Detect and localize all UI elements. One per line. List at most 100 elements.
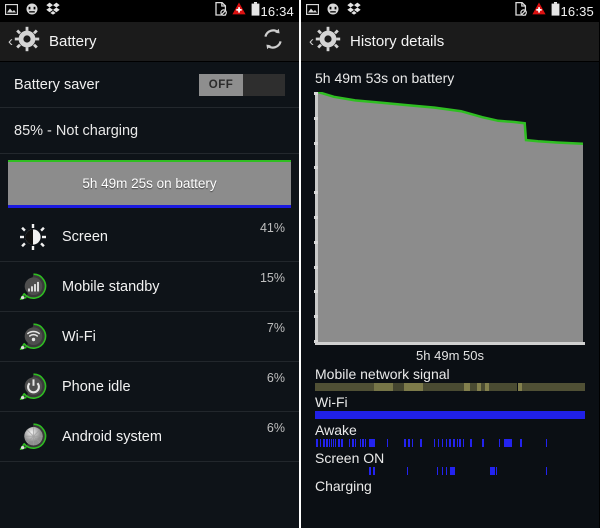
settings-gear-icon[interactable] bbox=[14, 26, 40, 57]
battery-saver-toggle[interactable]: OFF bbox=[199, 73, 285, 96]
document-blocked-icon bbox=[215, 1, 228, 21]
track-tick bbox=[373, 467, 375, 475]
app-meta: Mobile standby bbox=[54, 278, 285, 296]
track-segment bbox=[470, 383, 477, 391]
status-bar-left-icons bbox=[4, 2, 60, 20]
app-percent: 7% bbox=[266, 321, 285, 335]
power-icon bbox=[12, 372, 54, 402]
status-bar-right-icons bbox=[215, 1, 260, 21]
track-tick bbox=[449, 439, 451, 447]
app-name: Screen bbox=[62, 228, 108, 245]
action-bar-right: ‹ History details bbox=[301, 22, 599, 62]
track-tick-wide bbox=[451, 467, 455, 475]
app-row[interactable]: Phone idle 6% bbox=[0, 362, 299, 412]
track-label: Mobile network signal bbox=[315, 366, 450, 382]
app-percent: 15% bbox=[259, 271, 285, 285]
track-tick bbox=[441, 439, 444, 447]
event-track: Mobile network signal bbox=[315, 365, 585, 391]
track-tick-wide bbox=[489, 467, 495, 475]
track-tick bbox=[520, 439, 522, 447]
track-tick bbox=[436, 467, 438, 475]
battery-history-button[interactable]: 5h 49m 25s on battery bbox=[8, 160, 291, 208]
app-percent: 41% bbox=[259, 221, 285, 235]
track-bar bbox=[315, 467, 585, 475]
app-meta: Phone idle bbox=[54, 378, 285, 396]
track-tick bbox=[323, 439, 325, 447]
battery-status-row: 85% - Not charging bbox=[0, 108, 299, 154]
track-tick bbox=[359, 439, 362, 447]
track-tick bbox=[386, 439, 389, 447]
app-name: Wi-Fi bbox=[62, 328, 96, 345]
battery-status-text: 85% - Not charging bbox=[14, 122, 139, 139]
track-tick bbox=[348, 439, 351, 447]
track-tick bbox=[453, 439, 455, 447]
track-tick bbox=[334, 439, 337, 447]
android-system-icon bbox=[12, 422, 54, 452]
chart-plot bbox=[318, 92, 583, 345]
track-tick bbox=[441, 467, 444, 475]
track-tick bbox=[445, 439, 448, 447]
event-track: Charging bbox=[315, 477, 585, 503]
track-tick bbox=[462, 439, 465, 447]
event-track: Wi-Fi bbox=[315, 393, 585, 419]
track-segment bbox=[315, 411, 585, 419]
track-segment bbox=[463, 383, 471, 391]
track-tick-wide bbox=[504, 439, 513, 447]
track-tick bbox=[437, 439, 440, 447]
track-label: Awake bbox=[315, 422, 357, 438]
track-tick bbox=[354, 439, 357, 447]
left-phone-screen: 16:34 ‹ Battery Battery saver OFF 85% - … bbox=[0, 0, 299, 528]
signal-icon bbox=[12, 272, 54, 302]
up-chevron-icon[interactable]: ‹ bbox=[309, 34, 314, 49]
status-bar-clock: 16:35 bbox=[560, 3, 594, 19]
status-bar-right-icons-2 bbox=[515, 1, 560, 21]
track-tick bbox=[352, 439, 354, 447]
app-row[interactable]: Android system 6% bbox=[0, 412, 299, 462]
image-icon bbox=[4, 2, 19, 20]
chart-area-fill bbox=[318, 92, 583, 345]
track-tick bbox=[482, 439, 484, 447]
track-tick bbox=[319, 439, 322, 447]
track-tick bbox=[498, 439, 501, 447]
history-button-body: 5h 49m 25s on battery bbox=[8, 162, 291, 205]
history-blue-line bbox=[8, 205, 291, 208]
app-row[interactable]: Screen 41% bbox=[0, 212, 299, 262]
track-segment bbox=[315, 383, 375, 391]
battery-saver-row[interactable]: Battery saver OFF bbox=[0, 62, 299, 108]
track-tick bbox=[341, 439, 343, 447]
track-tick bbox=[445, 467, 448, 475]
brightness-icon bbox=[12, 223, 54, 251]
history-header-text: 5h 49m 53s on battery bbox=[315, 70, 455, 86]
track-bar bbox=[315, 495, 585, 503]
status-bar-clock: 16:34 bbox=[260, 3, 294, 19]
warning-icon bbox=[532, 2, 547, 20]
refresh-icon[interactable] bbox=[261, 27, 285, 56]
app-meta: Screen bbox=[54, 228, 285, 246]
track-bar bbox=[315, 439, 585, 447]
track-segment bbox=[374, 383, 394, 391]
event-track: Screen ON bbox=[315, 449, 585, 475]
history-button-label: 5h 49m 25s on battery bbox=[82, 176, 217, 191]
document-blocked-icon bbox=[515, 1, 528, 21]
toggle-thumb: OFF bbox=[199, 73, 243, 96]
settings-gear-icon[interactable] bbox=[315, 26, 341, 57]
app-row[interactable]: Mobile standby 15% bbox=[0, 262, 299, 312]
app-row[interactable]: Wi-Fi 7% bbox=[0, 312, 299, 362]
battery-content: Battery saver OFF 85% - Not charging 5h … bbox=[0, 62, 299, 528]
image-icon bbox=[305, 2, 320, 20]
track-tick bbox=[406, 467, 409, 475]
battery-icon bbox=[251, 1, 260, 21]
app-name: Phone idle bbox=[62, 378, 131, 395]
track-tick bbox=[369, 467, 371, 475]
up-chevron-icon[interactable]: ‹ bbox=[8, 34, 13, 49]
track-segment bbox=[404, 383, 423, 391]
right-phone-screen: 16:35 ‹ History details 5h 49m 53s on ba… bbox=[299, 0, 599, 528]
track-segment bbox=[393, 383, 405, 391]
track-tick bbox=[404, 439, 406, 447]
dropbox-icon bbox=[347, 2, 361, 20]
track-label: Screen ON bbox=[315, 450, 385, 466]
status-bar-right: 16:35 bbox=[301, 0, 599, 22]
track-tick bbox=[545, 439, 548, 447]
track-label: Charging bbox=[315, 478, 372, 494]
app-percent: 6% bbox=[266, 421, 285, 435]
